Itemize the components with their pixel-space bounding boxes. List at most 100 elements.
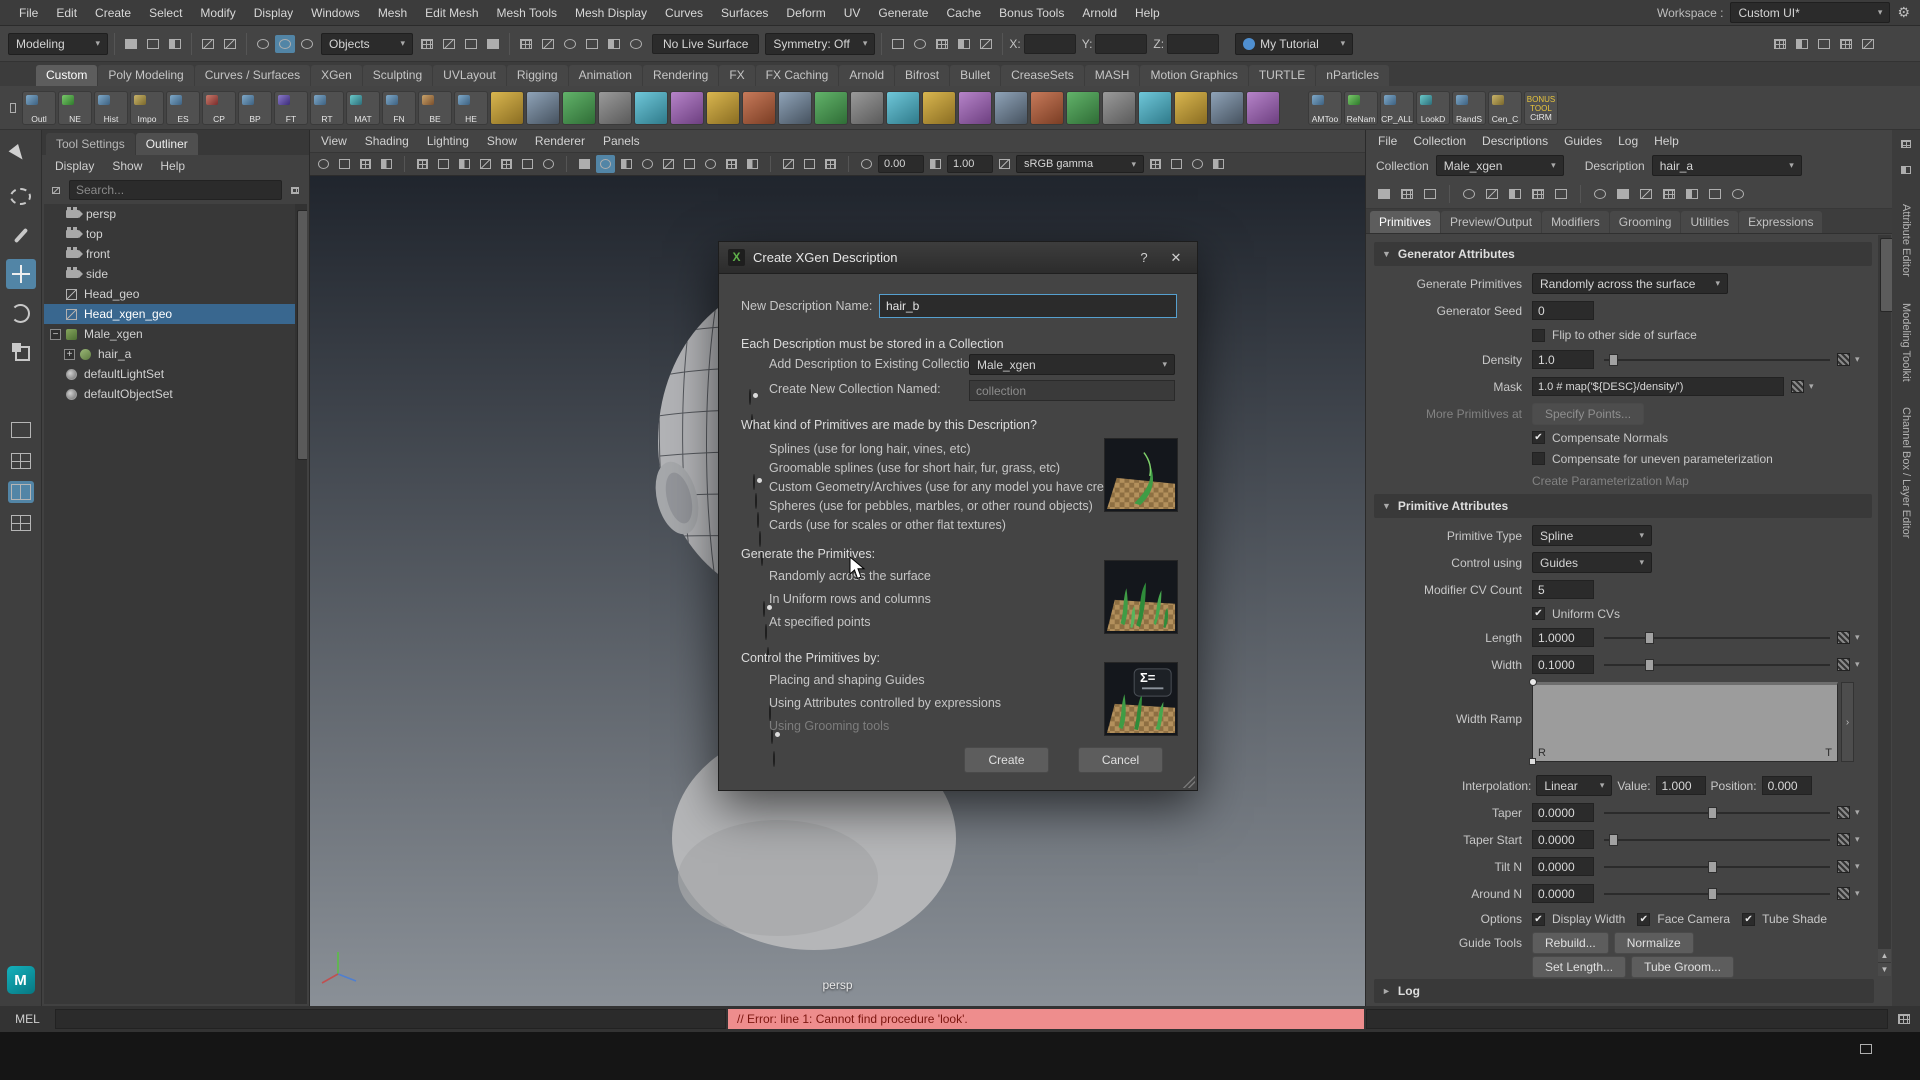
menu-mesh-tools[interactable]: Mesh Tools xyxy=(488,0,566,25)
shelf-item-hist[interactable]: Hist xyxy=(94,91,128,125)
y-coord-field[interactable] xyxy=(1095,34,1147,54)
section-generator-attributes[interactable]: ▼Generator Attributes xyxy=(1374,242,1872,266)
xgen-tab-expressions[interactable]: Expressions xyxy=(1739,211,1822,233)
menu-deform[interactable]: Deform xyxy=(777,0,834,25)
new-scene-icon[interactable] xyxy=(121,35,141,53)
attr-menu-icon[interactable]: ▾ xyxy=(1855,888,1860,899)
character-set-dropdown[interactable]: My Tutorial xyxy=(1235,33,1353,55)
viewport-icon[interactable] xyxy=(1188,155,1207,173)
cancel-button[interactable]: Cancel xyxy=(1078,747,1163,773)
xgen-tab-modifiers[interactable]: Modifiers xyxy=(1542,211,1609,233)
shelf-icon[interactable] xyxy=(1174,91,1208,125)
xgen-scrollbar[interactable]: ▲ ▼ xyxy=(1878,235,1891,976)
shelf-item-cen-c[interactable]: Cen_C xyxy=(1488,91,1522,125)
auto-update-preview-icon[interactable] xyxy=(1636,185,1656,203)
shelf-icon[interactable] xyxy=(1138,91,1172,125)
shelf-icon[interactable] xyxy=(850,91,884,125)
menu-edit[interactable]: Edit xyxy=(47,0,86,25)
shelf-tab-bifrost[interactable]: Bifrost xyxy=(895,65,949,86)
panel-menu-panels[interactable]: Panels xyxy=(594,134,649,148)
safe-title-icon[interactable] xyxy=(539,155,558,173)
shelf-icon[interactable] xyxy=(598,91,632,125)
xgen-tab-primitives[interactable]: Primitives xyxy=(1370,211,1440,233)
convert-guide-icon[interactable] xyxy=(1528,185,1548,203)
dock-tab-attribute-editor[interactable]: Attribute Editor xyxy=(1900,204,1912,277)
texture-map-icon[interactable] xyxy=(1837,806,1850,819)
xgen-tab-utilities[interactable]: Utilities xyxy=(1681,211,1738,233)
xray-icon[interactable] xyxy=(800,155,819,173)
uniform-cvs-checkbox[interactable] xyxy=(1532,607,1545,620)
rotate-tool[interactable] xyxy=(6,298,36,328)
viewport-icon[interactable] xyxy=(1146,155,1165,173)
workspace-gear-icon[interactable]: ⚙ xyxy=(1897,4,1910,21)
script-editor-icon[interactable] xyxy=(1894,1010,1914,1028)
shelf-tab-poly-modeling[interactable]: Poly Modeling xyxy=(98,65,193,86)
scroll-down-icon[interactable]: ▼ xyxy=(1878,963,1891,976)
clear-preview-icon[interactable] xyxy=(1613,185,1633,203)
paint-select-tool[interactable] xyxy=(6,220,36,250)
z-coord-field[interactable] xyxy=(1167,34,1219,54)
shelf-icon[interactable] xyxy=(490,91,524,125)
radio-randomly-across-surface[interactable] xyxy=(763,601,765,617)
radio-spheres[interactable] xyxy=(759,531,761,547)
shelf-icon[interactable] xyxy=(1030,91,1064,125)
depth-of-field-icon[interactable] xyxy=(743,155,762,173)
viewport-icon[interactable] xyxy=(1209,155,1228,173)
length-field[interactable]: 1.0000 xyxy=(1532,628,1594,647)
texture-map-icon[interactable] xyxy=(1837,353,1850,366)
shelf-tab-rigging[interactable]: Rigging xyxy=(507,65,568,86)
add-guide-icon[interactable] xyxy=(1459,185,1479,203)
shadows-icon[interactable] xyxy=(659,155,678,173)
make-live-icon[interactable] xyxy=(626,35,646,53)
outliner-menu-help[interactable]: Help xyxy=(151,159,194,173)
snap-to-projected-center-icon[interactable] xyxy=(582,35,602,53)
generate-primitives-dropdown[interactable]: Randomly across the surface xyxy=(1532,273,1728,294)
snap-to-point-icon[interactable] xyxy=(560,35,580,53)
attr-menu-icon[interactable]: ▾ xyxy=(1855,807,1860,818)
create-description-icon[interactable] xyxy=(1374,185,1394,203)
rebuild-button[interactable]: Rebuild... xyxy=(1532,932,1609,954)
gamma-icon[interactable] xyxy=(926,155,945,173)
interpolation-dropdown[interactable]: Linear xyxy=(1536,775,1612,796)
symmetry-dropdown[interactable]: Symmetry: Off xyxy=(765,33,875,55)
selection-mask-dropdown[interactable]: Objects xyxy=(321,33,413,55)
around-n-slider[interactable] xyxy=(1604,887,1830,901)
shelf-item-lookd[interactable]: LookD xyxy=(1416,91,1450,125)
ramp-position-field[interactable]: 0.000 xyxy=(1762,776,1812,795)
shelf-item-es[interactable]: ES xyxy=(166,91,200,125)
open-scene-icon[interactable] xyxy=(143,35,163,53)
xgen-tab-preview-output[interactable]: Preview/Output xyxy=(1441,211,1541,233)
shelf-icon[interactable] xyxy=(922,91,956,125)
help-line-icon[interactable] xyxy=(1856,1040,1876,1058)
texture-map-icon[interactable] xyxy=(1837,860,1850,873)
shelf-icon[interactable] xyxy=(1246,91,1280,125)
width-ramp-widget[interactable]: R T xyxy=(1532,682,1838,762)
ipr-render-icon[interactable] xyxy=(910,35,930,53)
undo-icon[interactable] xyxy=(198,35,218,53)
radio-grooming-tools[interactable] xyxy=(773,751,775,767)
select-object-icon[interactable] xyxy=(275,35,295,53)
joint-xray-icon[interactable] xyxy=(821,155,840,173)
dock-icon[interactable] xyxy=(1897,136,1915,152)
toggle-attribute-editor-icon[interactable] xyxy=(1792,35,1812,53)
xgen-menu-collection[interactable]: Collection xyxy=(1405,134,1474,148)
shelf-icon[interactable] xyxy=(742,91,776,125)
menu-cache[interactable]: Cache xyxy=(937,0,990,25)
camera-attributes-icon[interactable] xyxy=(356,155,375,173)
around-n-field[interactable]: 0.0000 xyxy=(1532,884,1594,903)
outliner-tree[interactable]: persp top front side Head_geo Head_xgen_… xyxy=(44,204,307,1004)
face-camera-checkbox[interactable] xyxy=(1637,913,1650,926)
shaded-icon[interactable] xyxy=(596,155,615,173)
field-chart-icon[interactable] xyxy=(497,155,516,173)
select-lines-mask-icon[interactable] xyxy=(439,35,459,53)
shelf-icon[interactable] xyxy=(886,91,920,125)
taper-start-slider[interactable] xyxy=(1604,833,1830,847)
move-tool[interactable] xyxy=(6,259,36,289)
create-button[interactable]: Create xyxy=(964,747,1049,773)
density-field[interactable]: 1.0 xyxy=(1532,350,1594,369)
existing-collection-dropdown[interactable]: Male_xgen xyxy=(969,354,1175,375)
multisample-icon[interactable] xyxy=(722,155,741,173)
menu-modify[interactable]: Modify xyxy=(191,0,244,25)
tree-item-male-xgen[interactable]: −Male_xgen xyxy=(44,324,307,344)
menu-curves[interactable]: Curves xyxy=(656,0,712,25)
